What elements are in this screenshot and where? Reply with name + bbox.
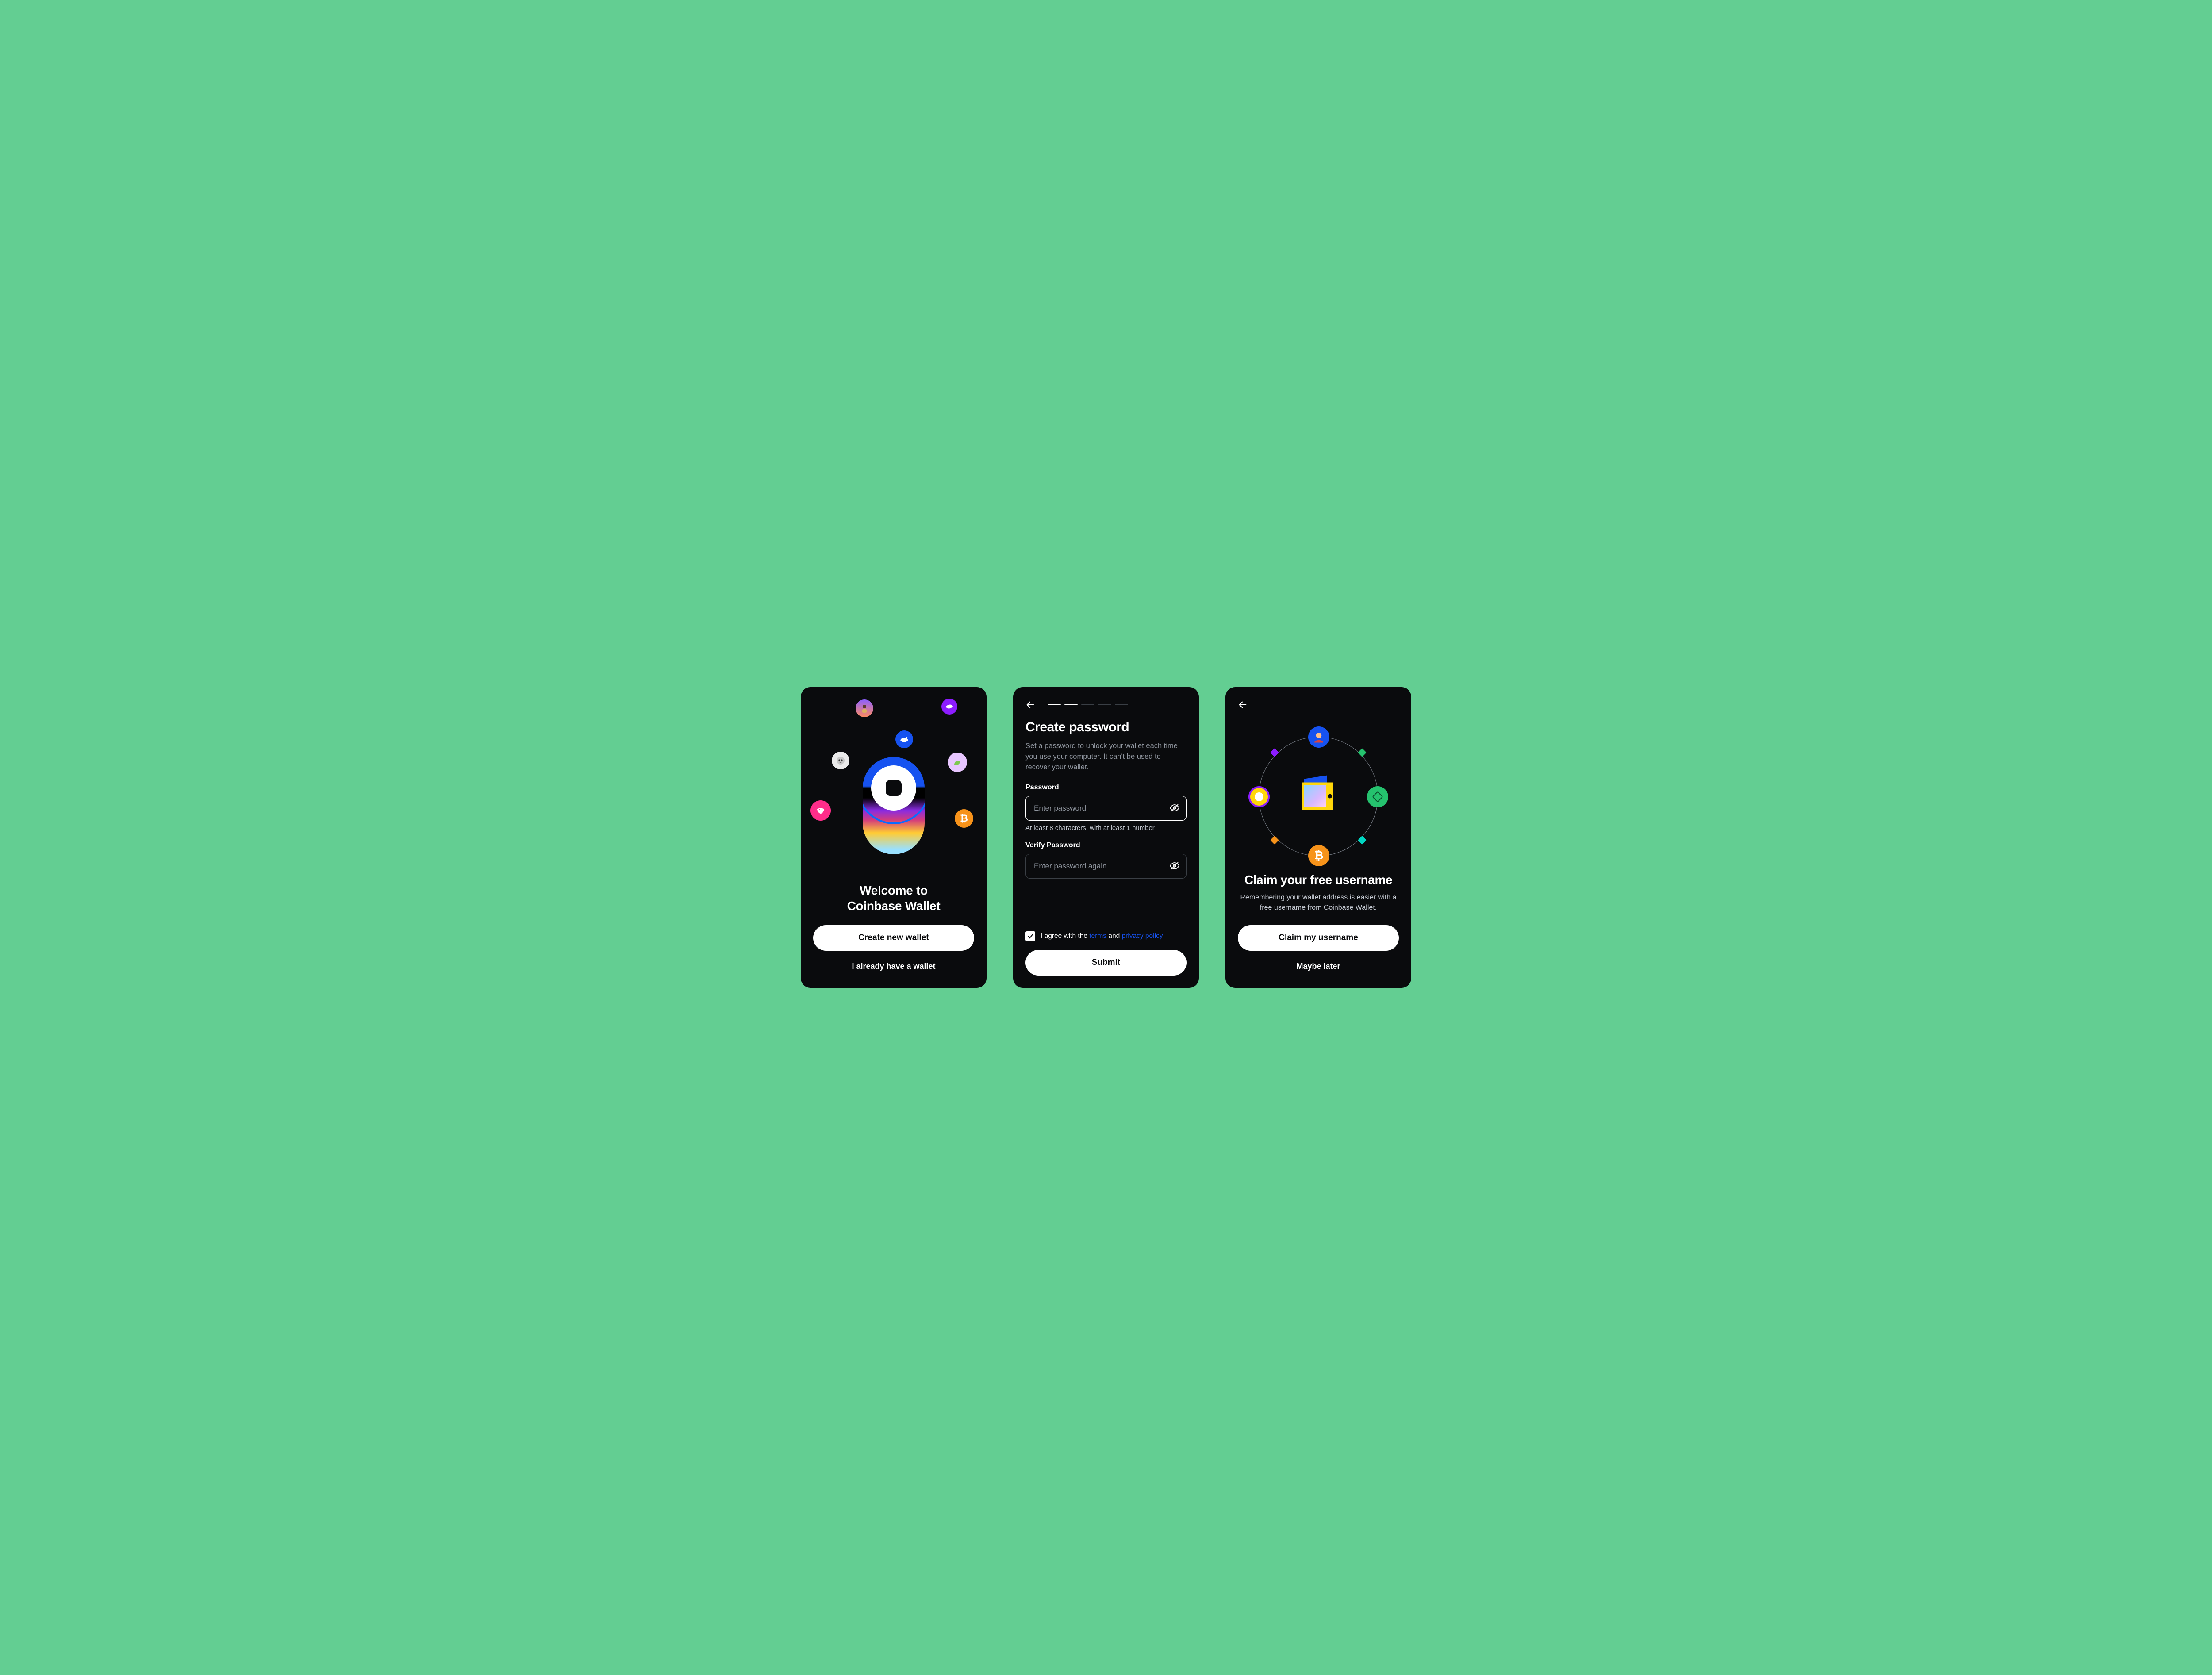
- maybe-later-button[interactable]: Maybe later: [1238, 957, 1399, 976]
- ape-avatar-icon: [832, 752, 849, 769]
- orbit-graphic: ₿: [1238, 720, 1399, 873]
- page-title: Claim your free username: [1238, 873, 1399, 887]
- header-row: [1025, 699, 1187, 710]
- step-2: [1064, 704, 1078, 706]
- orbit-ring: ₿: [1259, 737, 1378, 856]
- agree-prefix: I agree with the: [1041, 932, 1089, 940]
- sun-token-icon: [1248, 786, 1270, 807]
- step-3: [1081, 704, 1094, 706]
- password-hint: At least 8 characters, with at least 1 n…: [1025, 824, 1187, 832]
- hero-logo: [863, 757, 925, 854]
- page-subtitle: Remembering your wallet address is easie…: [1238, 892, 1399, 913]
- bitcoin-icon: ₿: [1308, 845, 1329, 866]
- submit-button[interactable]: Submit: [1025, 950, 1187, 976]
- agree-mid: and: [1106, 932, 1121, 940]
- password-input-wrap: [1025, 796, 1187, 821]
- step-1: [1048, 704, 1061, 706]
- create-wallet-button[interactable]: Create new wallet: [813, 925, 974, 951]
- header-row: [1238, 699, 1399, 710]
- step-4: [1098, 704, 1111, 706]
- password-label: Password: [1025, 784, 1187, 791]
- claim-username-button[interactable]: Claim my username: [1238, 925, 1399, 951]
- back-button[interactable]: [1238, 699, 1248, 710]
- back-button[interactable]: [1025, 699, 1036, 710]
- diamond-accent-icon: [1270, 836, 1279, 845]
- verify-label: Verify Password: [1025, 841, 1187, 849]
- woman-avatar-icon: [856, 699, 873, 717]
- diamond-accent-icon: [1358, 836, 1367, 845]
- create-password-screen: Create password Set a password to unlock…: [1013, 687, 1199, 988]
- progress-steps: [1048, 704, 1128, 706]
- hero-area: ₿: [813, 699, 974, 883]
- diamond-badge-icon: [1367, 786, 1388, 807]
- welcome-screen: ₿ Welcome to Coinbase Wallet Create new …: [801, 687, 987, 988]
- welcome-title-line2: Coinbase Wallet: [847, 899, 941, 913]
- whale-icon: [895, 730, 913, 748]
- wallet-art-icon: [1296, 775, 1340, 817]
- step-5: [1115, 704, 1128, 706]
- agree-row: I agree with the terms and privacy polic…: [1025, 931, 1187, 941]
- toggle-verify-visibility[interactable]: [1169, 861, 1180, 872]
- eye-off-icon: [1169, 803, 1180, 813]
- check-icon: [1027, 933, 1034, 940]
- toggle-password-visibility[interactable]: [1169, 803, 1180, 814]
- page-subtitle: Set a password to unlock your wallet eac…: [1025, 741, 1187, 773]
- verify-password-input[interactable]: [1025, 854, 1187, 879]
- agree-text: I agree with the terms and privacy polic…: [1041, 932, 1163, 940]
- dino-avatar-icon: [948, 753, 967, 772]
- verify-input-wrap: [1025, 854, 1187, 879]
- hooded-avatar-icon: [1308, 726, 1329, 748]
- bitcoin-icon: ₿: [955, 809, 973, 828]
- back-arrow-icon: [1025, 700, 1035, 710]
- terms-link[interactable]: terms: [1089, 932, 1106, 940]
- agree-checkbox[interactable]: [1025, 931, 1035, 941]
- claim-username-screen: ₿: [1225, 687, 1411, 988]
- bird-icon: [941, 699, 957, 715]
- privacy-link[interactable]: privacy policy: [1122, 932, 1163, 940]
- back-arrow-icon: [1238, 700, 1248, 710]
- password-input[interactable]: [1025, 796, 1187, 821]
- diamond-accent-icon: [1270, 748, 1279, 757]
- diamond-accent-icon: [1358, 748, 1367, 757]
- welcome-title: Welcome to Coinbase Wallet: [813, 883, 974, 914]
- welcome-title-line1: Welcome to: [860, 884, 928, 897]
- have-wallet-button[interactable]: I already have a wallet: [813, 957, 974, 976]
- eye-off-icon: [1169, 861, 1180, 871]
- bull-icon: [810, 800, 831, 821]
- content-block: Claim your free username Remembering you…: [1238, 873, 1399, 925]
- page-title: Create password: [1025, 720, 1187, 735]
